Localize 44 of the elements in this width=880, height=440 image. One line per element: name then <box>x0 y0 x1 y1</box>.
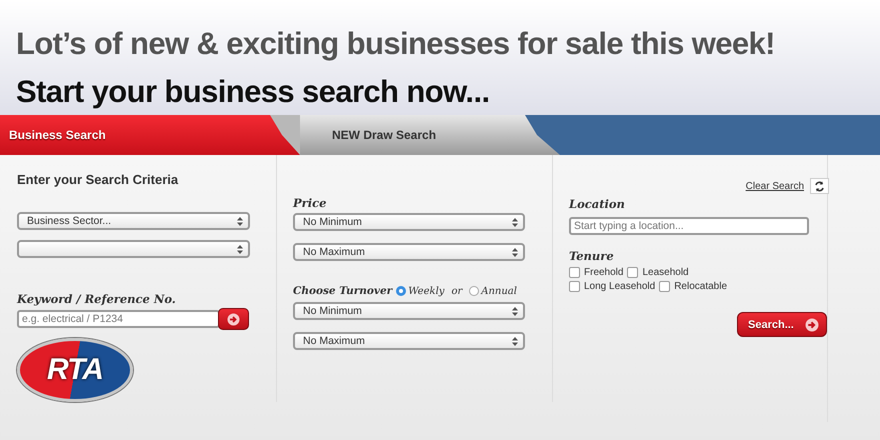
sector-select[interactable]: Business Sector... <box>17 212 250 230</box>
checkbox[interactable] <box>627 267 638 278</box>
checkbox[interactable] <box>659 281 670 292</box>
keyword-label: Keyword / Reference No. <box>17 292 177 306</box>
checkbox[interactable] <box>569 267 580 278</box>
headline: Lot’s of new & exciting businesses for sale this week! <box>16 26 776 62</box>
max-turnover-select[interactable]: No Maximum <box>293 332 525 350</box>
keyword-field[interactable]: e.g. electrical / P1234 <box>17 310 220 328</box>
dropdown-arrows-icon <box>512 306 518 316</box>
dropdown-arrows-icon <box>512 336 518 346</box>
arrow-right-icon <box>227 312 240 326</box>
checkbox-label: Relocatable <box>674 281 727 292</box>
subheadline: Start your business search now... <box>16 74 490 110</box>
radio-label: Weekly <box>408 286 444 296</box>
tab[interactable]: Business Search <box>0 115 300 155</box>
dropdown-arrows-icon <box>237 244 243 254</box>
tab[interactable]: NEW Draw Search <box>300 115 560 155</box>
turnover-label: Choose Turnover <box>293 285 392 297</box>
checkbox[interactable] <box>569 281 580 292</box>
min-price-select[interactable]: No Minimum <box>293 213 525 231</box>
go-button[interactable] <box>218 308 249 330</box>
refresh-button[interactable] <box>810 178 829 194</box>
dropdown-arrows-icon <box>512 248 518 256</box>
refresh-icon <box>814 180 825 192</box>
min-turnover-select[interactable]: No Minimum <box>293 302 525 320</box>
subsector-select[interactable] <box>17 240 250 258</box>
dropdown-arrows-icon <box>512 218 518 226</box>
tenure-label: Tenure <box>569 249 615 263</box>
arrow-right-icon <box>805 318 819 332</box>
location-field[interactable]: Start typing a location... <box>569 217 809 235</box>
radio-button[interactable] <box>469 286 480 296</box>
or-text: or <box>451 286 462 296</box>
price-label: Price <box>293 196 328 210</box>
form-title: Enter your Search Criteria <box>17 172 180 187</box>
checkbox-label: Leasehold <box>642 267 689 278</box>
dropdown-arrows-icon <box>237 216 243 226</box>
radio-label: Annual <box>481 286 517 296</box>
clear-search-link[interactable]: Clear Search <box>746 180 804 192</box>
radio-button[interactable] <box>396 286 406 296</box>
checkbox-label: Freehold <box>584 267 624 278</box>
location-label: Location <box>569 197 626 211</box>
checkbox-label: Long Leasehold <box>584 281 656 292</box>
search-button[interactable]: Search... <box>737 312 827 337</box>
max-price-select[interactable]: No Maximum <box>293 243 525 261</box>
